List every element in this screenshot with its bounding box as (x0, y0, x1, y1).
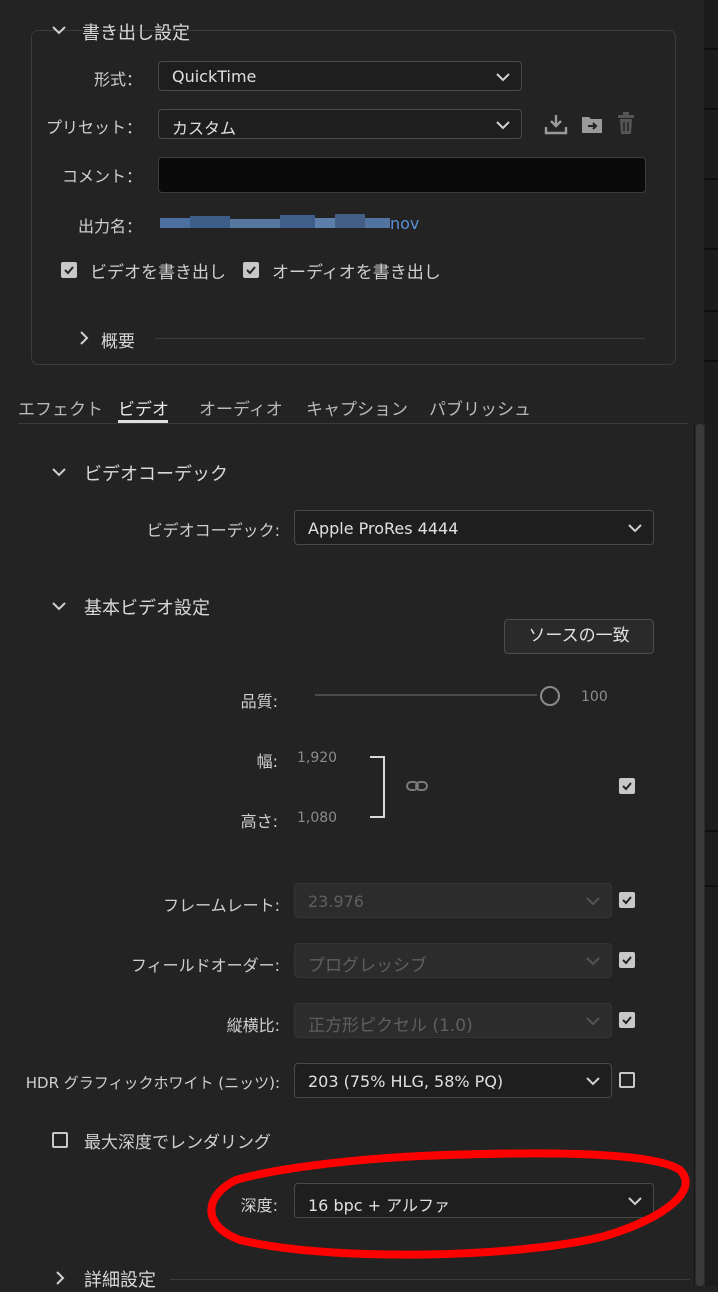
chevron-right-icon[interactable] (52, 1270, 68, 1286)
advanced-settings-title[interactable]: 詳細設定 (84, 1266, 156, 1292)
advanced-divider (170, 1279, 690, 1280)
red-annotation-circle (207, 1149, 690, 1259)
